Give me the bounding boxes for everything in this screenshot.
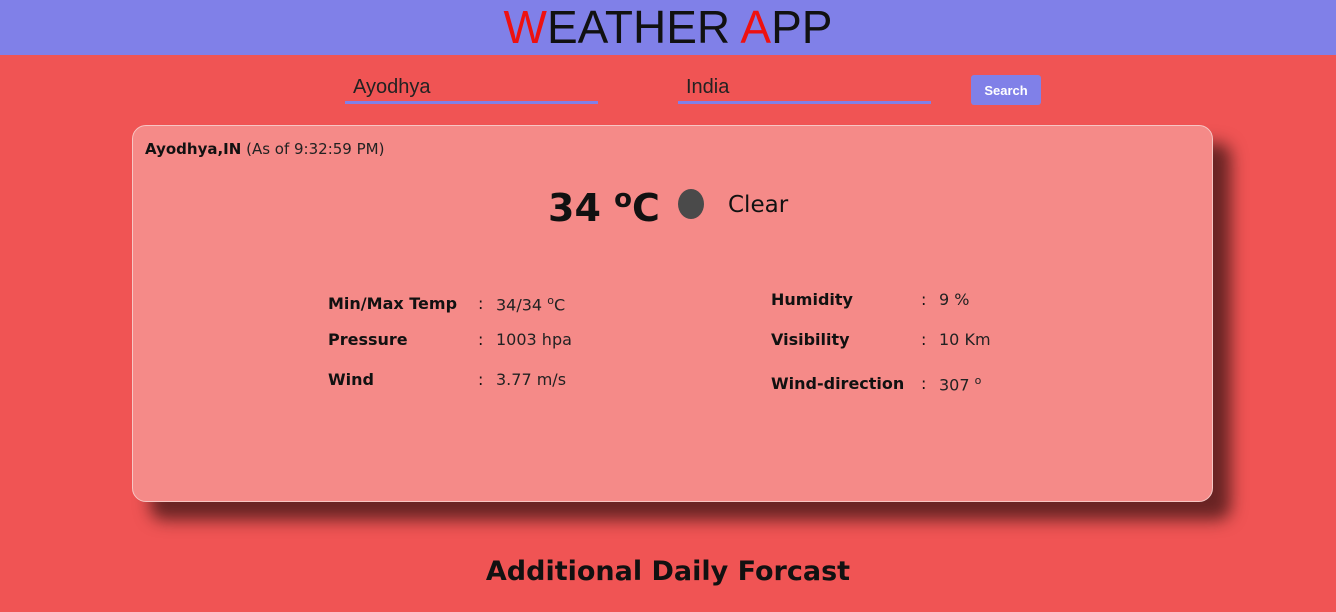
detail-value: 3.77 m/s <box>496 370 567 389</box>
detail-min-max-temp: Min/Max Temp : 34/34 oC <box>328 294 628 316</box>
current-temperature: 34 oC <box>548 184 660 230</box>
detail-label: Pressure <box>328 330 408 349</box>
app-title-part-2: PP <box>771 1 833 53</box>
detail-separator: : <box>921 330 927 349</box>
detail-visibility: Visibility : 10 Km <box>771 330 1071 352</box>
detail-pressure: Pressure : 1003 hpa <box>328 330 628 352</box>
search-bar: Search <box>0 70 1336 110</box>
location-line: Ayodhya,IN (As of 9:32:59 PM) <box>145 140 384 158</box>
detail-label: Min/Max Temp <box>328 294 458 313</box>
detail-value: 1003 hpa <box>496 330 572 349</box>
app-title-accent-a: A <box>740 1 772 53</box>
detail-separator: : <box>921 374 927 393</box>
additional-forecast-heading: Additional Daily Forcast <box>485 556 851 587</box>
weather-condition: Clear <box>728 192 789 218</box>
app-title: WEATHER APP <box>0 0 1336 54</box>
weather-card: Ayodhya,IN (As of 9:32:59 PM) 34 oC Clea… <box>132 125 1213 502</box>
detail-separator: : <box>478 370 484 389</box>
location-name: Ayodhya,IN <box>145 140 242 158</box>
detail-value: 307 o <box>939 374 981 394</box>
detail-wind: Wind : 3.77 m/s <box>328 370 628 392</box>
detail-label: Humidity <box>771 290 853 309</box>
min-max-unit: C <box>553 295 566 315</box>
degree-symbol: o <box>614 184 632 214</box>
detail-value: 9 % <box>939 290 970 309</box>
temperature-value: 34 <box>548 186 601 230</box>
as-of-time: (As of 9:32:59 PM) <box>246 140 385 158</box>
app-header: WEATHER APP <box>0 0 1336 55</box>
night-clear-icon <box>678 189 704 219</box>
app-title-accent-w: W <box>503 1 547 53</box>
degree-symbol: o <box>547 294 554 307</box>
search-button[interactable]: Search <box>971 75 1041 105</box>
detail-label: Wind <box>328 370 374 389</box>
city-input[interactable] <box>345 74 598 104</box>
detail-label: Wind-direction <box>771 374 905 393</box>
detail-value: 34/34 oC <box>496 294 565 314</box>
detail-wind-direction: Wind-direction : 307 o <box>771 374 1071 396</box>
detail-value: 10 Km <box>939 330 991 349</box>
detail-separator: : <box>478 330 484 349</box>
degree-symbol: o <box>974 374 982 387</box>
country-input[interactable] <box>678 74 931 104</box>
temperature-unit: C <box>632 186 660 230</box>
app-title-part-1: EATHER <box>546 1 741 53</box>
min-max-value: 34/34 <box>496 295 543 315</box>
detail-separator: : <box>478 294 484 313</box>
wind-direction-value: 307 <box>939 375 970 395</box>
detail-separator: : <box>921 290 927 309</box>
detail-label: Visibility <box>771 330 850 349</box>
detail-humidity: Humidity : 9 % <box>771 290 1071 312</box>
